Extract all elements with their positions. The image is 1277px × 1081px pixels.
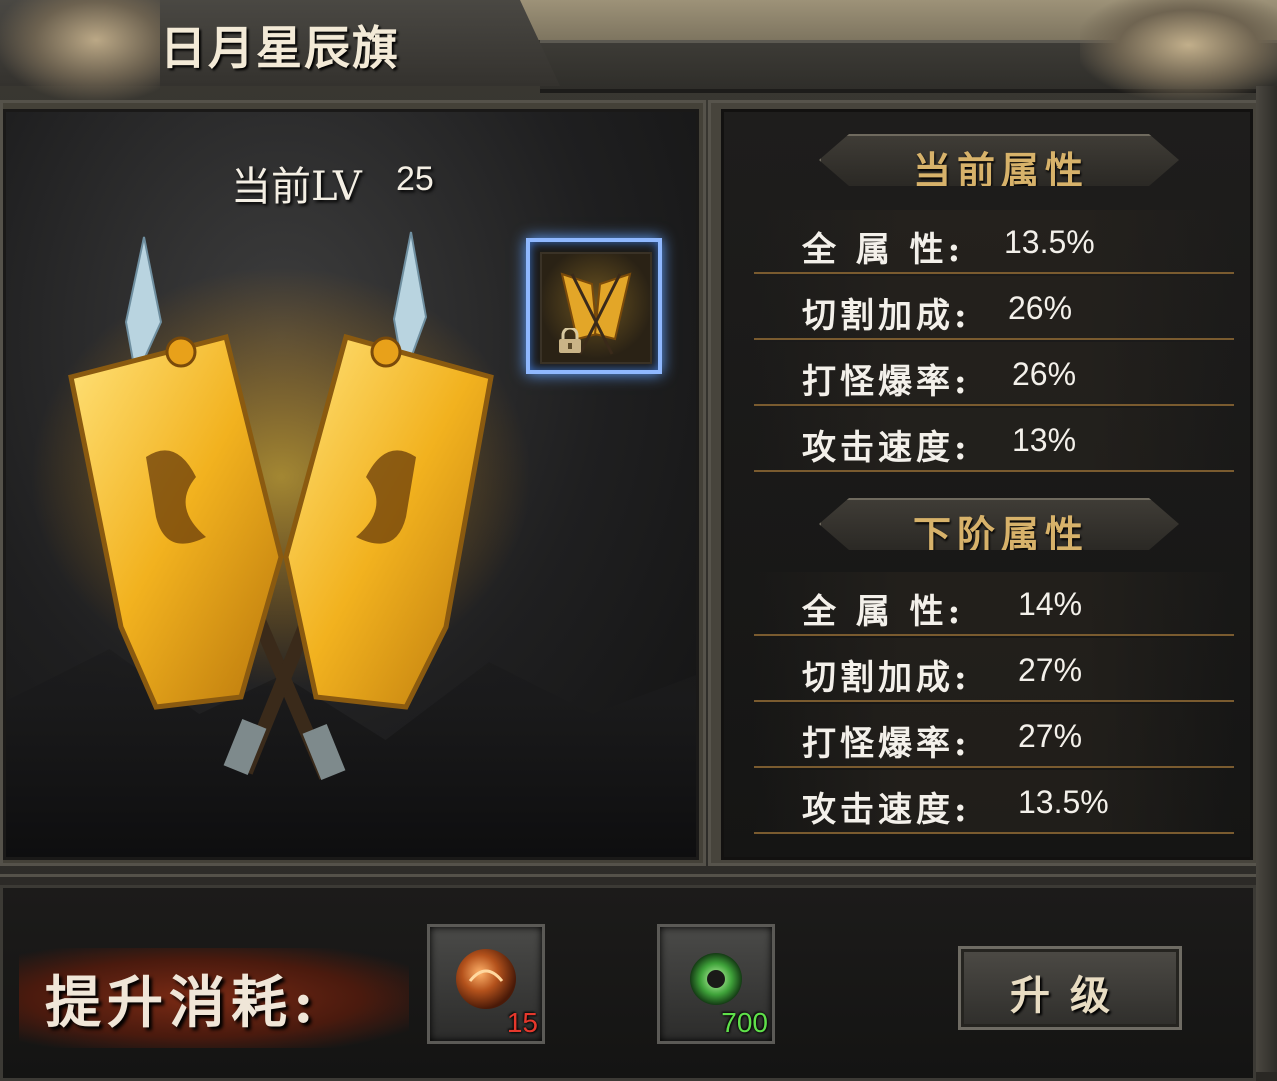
cost-label: 提升消耗: (45, 970, 320, 1036)
lock-icon (559, 328, 581, 353)
stat-label: 切割加成: (802, 658, 971, 698)
dragon-ornament-right-icon (1080, 0, 1277, 100)
cost-item-count: 700 (721, 1007, 768, 1038)
attributes-panel: 当前属性 全 属 性: 13.5% 切割加成: 26% 打怪爆率: 26% 攻击… (708, 100, 1262, 866)
frame-right-edge (1256, 86, 1277, 1072)
stat-label: 攻击速度: (802, 790, 971, 830)
next-attributes-header: 下阶属性 (819, 498, 1179, 550)
next-stat-row: 打怪爆率: 27% (754, 704, 1234, 768)
stat-value: 13.5% (1018, 784, 1109, 820)
cost-item-slot[interactable]: 700 (657, 924, 775, 1044)
next-stat-row: 全 属 性: 14% (754, 572, 1234, 636)
current-stat-row: 切割加成: 26% (754, 276, 1234, 340)
attributes-panel-inner: 当前属性 全 属 性: 13.5% 切割加成: 26% 打怪爆率: 26% 攻击… (721, 109, 1253, 860)
item-display-panel: 当前LV 25 (0, 100, 706, 866)
upgrade-button-label: 升级 (1010, 972, 1130, 1019)
item-display-background: 当前LV 25 (3, 109, 699, 860)
current-stat-row: 攻击速度: 13% (754, 408, 1234, 472)
level-label: 当前LV (231, 164, 362, 210)
stat-value: 26% (1008, 290, 1073, 326)
orb-icon (456, 949, 516, 1009)
next-stat-row: 切割加成: 27% (754, 638, 1234, 702)
stat-label: 打怪爆率: (802, 724, 971, 764)
stat-value: 13.5% (1004, 224, 1095, 260)
current-stat-row: 打怪爆率: 26% (754, 342, 1234, 406)
banner-icon (540, 252, 652, 364)
jade-ring-icon (690, 953, 742, 1005)
next-stat-row: 攻击速度: 13.5% (754, 770, 1234, 834)
current-attributes-title: 当前属性 (912, 148, 1089, 193)
twin-banner-artwork (31, 231, 531, 781)
dragon-ornament-left-icon (0, 0, 160, 100)
cost-item-slot[interactable]: 15 (427, 924, 545, 1044)
window-frame: 日月星辰旗 当前LV 25 当前属性 全 属 性: 13.5% 切割加成: 26… (0, 0, 1277, 1081)
stat-label: 全 属 性: (802, 592, 965, 632)
upgrade-cost-bar: 提升消耗: 15 700 升级 (0, 874, 1256, 1081)
stat-value: 13% (1012, 422, 1077, 458)
stat-value: 27% (1018, 652, 1083, 688)
stat-label: 切割加成: (802, 296, 971, 336)
window-title: 日月星辰旗 (160, 21, 400, 75)
stat-label: 打怪爆率: (802, 362, 971, 402)
stat-value: 26% (1012, 356, 1077, 392)
current-attributes-header: 当前属性 (819, 134, 1179, 186)
current-stat-row: 全 属 性: 13.5% (754, 210, 1234, 274)
next-attributes-title: 下阶属性 (912, 512, 1089, 557)
stat-label: 攻击速度: (802, 428, 971, 468)
stat-value: 27% (1018, 718, 1083, 754)
upgrade-cost-bar-inner: 提升消耗: 15 700 升级 (0, 885, 1256, 1081)
banner-icon-slot[interactable] (526, 238, 662, 374)
level-value: 25 (396, 160, 434, 198)
cost-item-count: 15 (506, 1007, 538, 1038)
stat-label: 全 属 性: (802, 230, 965, 270)
stat-value: 14% (1018, 586, 1083, 622)
upgrade-button[interactable]: 升级 (958, 946, 1182, 1030)
